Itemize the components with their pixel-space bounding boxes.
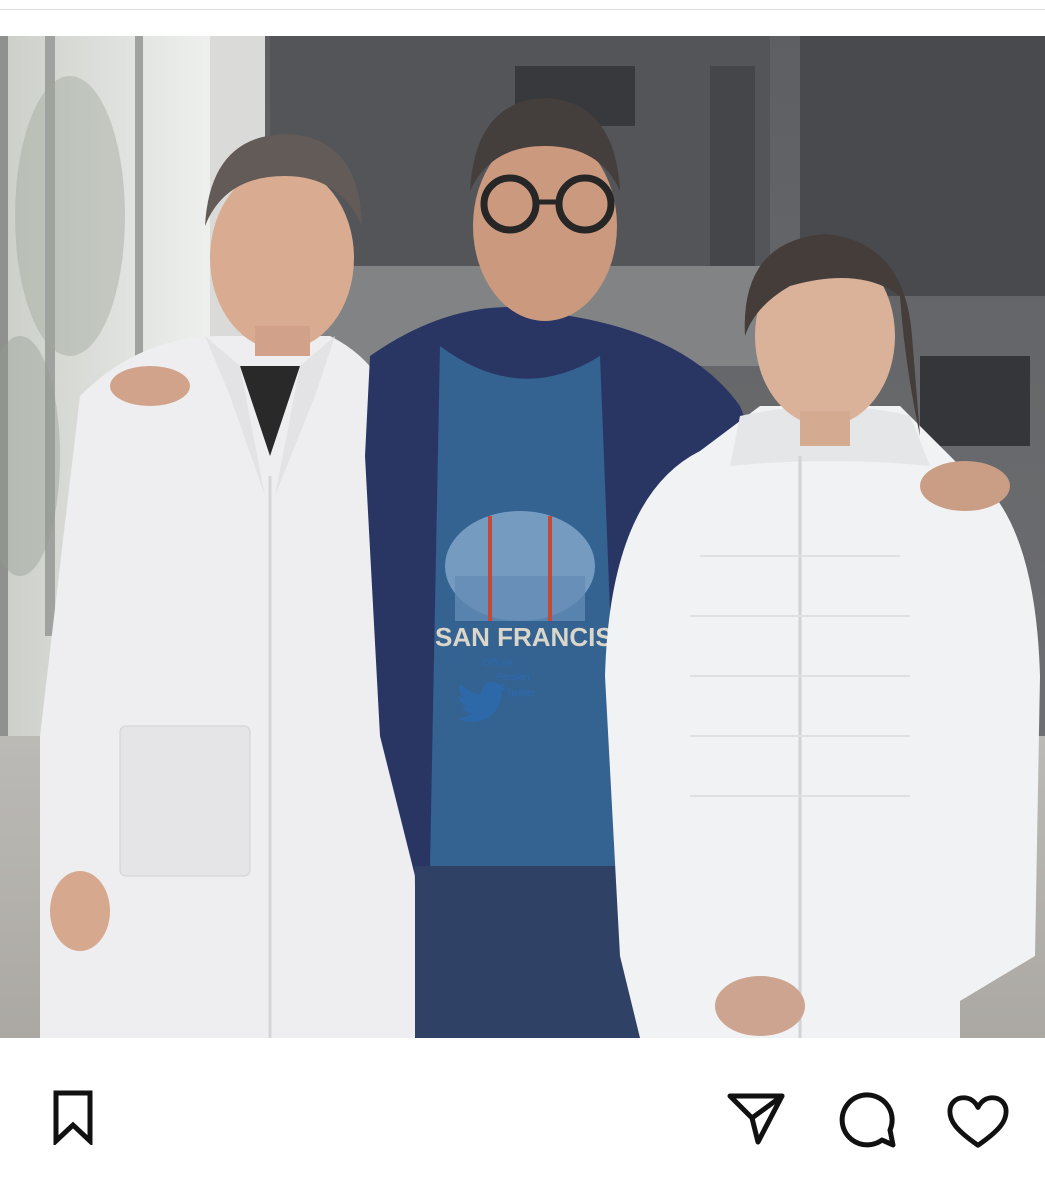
comment-icon	[839, 1092, 896, 1148]
watermark: Official Persian Twitter	[452, 658, 572, 748]
watermark-line-2: Persian	[496, 672, 530, 683]
send-icon	[727, 1093, 785, 1145]
comment-button[interactable]	[836, 1088, 900, 1152]
top-divider	[0, 9, 1045, 10]
bookmark-icon	[53, 1090, 93, 1145]
post-action-bar	[0, 1038, 1045, 1177]
watermark-line-3: Twitter	[506, 688, 536, 699]
heart-icon	[947, 1095, 1009, 1148]
watermark-line-1: Official	[482, 658, 513, 669]
post-image[interactable]: SAN FRANCISCO Official Persian Twitter	[0, 36, 1045, 1038]
save-button[interactable]	[41, 1085, 105, 1149]
like-button[interactable]	[946, 1090, 1010, 1154]
share-button[interactable]	[724, 1086, 788, 1150]
photo-illustration: SAN FRANCISCO	[0, 36, 1045, 1038]
